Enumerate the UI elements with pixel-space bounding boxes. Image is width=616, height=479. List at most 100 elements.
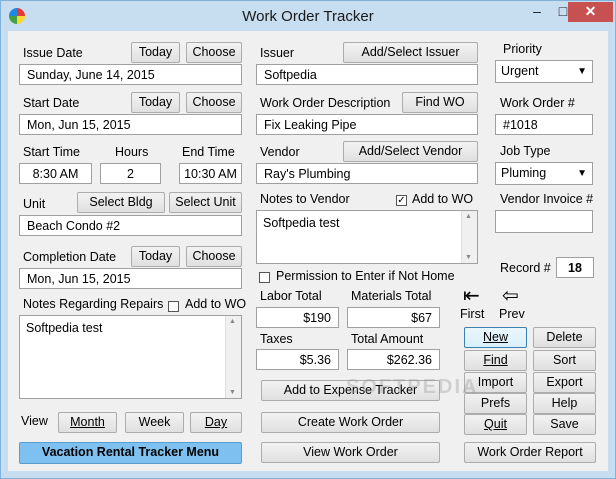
job-type-label: Job Type — [500, 144, 551, 158]
wo-description-label: Work Order Description — [260, 96, 391, 110]
create-work-order-button[interactable]: Create Work Order — [261, 412, 440, 433]
new-text: New — [482, 330, 508, 344]
priority-select[interactable]: Urgent ▼ — [495, 60, 593, 83]
issue-date-choose-button[interactable]: Choose — [186, 42, 242, 63]
start-time-field[interactable]: 8:30 AM — [19, 163, 92, 184]
find-wo-button[interactable]: Find WO — [402, 92, 478, 113]
job-type-select[interactable]: Pluming ▼ — [495, 162, 593, 185]
start-date-choose-button[interactable]: Choose — [186, 92, 242, 113]
completion-date-label: Completion Date — [23, 250, 117, 264]
quit-button[interactable]: Quit — [464, 414, 527, 435]
start-time-label: Start Time — [23, 145, 80, 159]
issue-date-today-button[interactable]: Today — [131, 42, 180, 63]
first-label[interactable]: First — [460, 307, 484, 321]
record-field[interactable]: 18 — [556, 257, 594, 278]
app-window: Work Order Tracker – □ ✕ Issue Date Toda… — [0, 0, 616, 479]
vendor-label: Vendor — [260, 145, 300, 159]
end-time-label: End Time — [182, 145, 235, 159]
completion-choose-button[interactable]: Choose — [186, 246, 242, 267]
hours-label: Hours — [115, 145, 149, 159]
vacation-rental-menu-button[interactable]: Vacation Rental Tracker Menu — [19, 442, 242, 464]
end-time-field[interactable]: 10:30 AM — [179, 163, 242, 184]
view-month-text: Month — [70, 415, 105, 429]
new-button[interactable]: New — [464, 327, 527, 348]
labor-total-label: Labor Total — [260, 289, 322, 303]
notes-vendor-scrollbar[interactable]: ▲ ▼ — [461, 211, 477, 263]
vendor-field[interactable]: Ray's Plumbing — [256, 163, 478, 184]
notes-repairs-label: Notes Regarding Repairs — [23, 297, 164, 311]
add-select-issuer-button[interactable]: Add/Select Issuer — [343, 42, 478, 63]
scroll-down-icon[interactable]: ▼ — [229, 389, 236, 396]
watermark: SOFTPEDIA — [346, 376, 479, 398]
save-button[interactable]: Save — [533, 414, 596, 435]
vendor-invoice-field[interactable] — [495, 210, 593, 233]
issue-date-field[interactable]: Sunday, June 14, 2015 — [19, 64, 242, 85]
view-work-order-button[interactable]: View Work Order — [261, 442, 440, 463]
prev-record-icon[interactable]: ⇦ — [502, 286, 519, 306]
find-button[interactable]: Find — [464, 350, 527, 371]
export-button[interactable]: Export — [533, 372, 596, 393]
unit-field[interactable]: Beach Condo #2 — [19, 215, 242, 236]
view-month-button[interactable]: Month — [58, 412, 117, 433]
completion-today-button[interactable]: Today — [131, 246, 180, 267]
job-type-value: Pluming — [501, 166, 547, 180]
title-bar: Work Order Tracker – □ ✕ — [1, 1, 615, 31]
priority-value: Urgent — [501, 64, 539, 78]
scroll-down-icon[interactable]: ▼ — [465, 254, 472, 261]
delete-button[interactable]: Delete — [533, 327, 596, 348]
permission-label: Permission to Enter if Not Home — [276, 269, 455, 283]
labor-total-field[interactable]: $190 — [256, 307, 339, 328]
notes-repairs-text: Softpedia test — [26, 321, 103, 335]
sort-button[interactable]: Sort — [533, 350, 596, 371]
prev-label[interactable]: Prev — [499, 307, 525, 321]
start-date-field[interactable]: Mon, Jun 15, 2015 — [19, 114, 242, 135]
permission-checkbox[interactable] — [259, 272, 270, 283]
close-button[interactable]: ✕ — [568, 2, 613, 22]
completion-date-field[interactable]: Mon, Jun 15, 2015 — [19, 268, 242, 289]
notes-vendor-add-checkbox[interactable]: ✓ — [396, 195, 407, 206]
view-week-text: Week — [138, 415, 171, 429]
materials-total-field[interactable]: $67 — [347, 307, 440, 328]
first-record-icon[interactable]: ⇤ — [463, 286, 480, 306]
taxes-label: Taxes — [260, 332, 293, 346]
priority-label: Priority — [503, 42, 542, 56]
find-text: Find — [483, 353, 508, 367]
vendor-invoice-label: Vendor Invoice # — [500, 192, 594, 206]
notes-repairs-add-label: Add to WO — [185, 297, 247, 311]
view-week-button[interactable]: Week — [125, 412, 184, 433]
scroll-up-icon[interactable]: ▲ — [465, 213, 472, 220]
minimize-button[interactable]: – — [524, 2, 550, 22]
work-order-no-field[interactable]: #1018 — [495, 114, 593, 135]
form-area: Issue Date Today Choose Sunday, June 14,… — [8, 31, 608, 471]
work-order-no-label: Work Order # — [500, 96, 575, 110]
hours-field[interactable]: 2 — [100, 163, 161, 184]
view-day-button[interactable]: Day — [190, 412, 242, 433]
scroll-up-icon[interactable]: ▲ — [229, 318, 236, 325]
notes-repairs-add-checkbox[interactable] — [168, 301, 179, 312]
notes-repairs-scrollbar[interactable]: ▲ ▼ — [225, 316, 241, 398]
materials-total-label: Materials Total — [351, 289, 432, 303]
unit-label: Unit — [23, 197, 46, 211]
taxes-field[interactable]: $5.36 — [256, 349, 339, 370]
add-select-vendor-button[interactable]: Add/Select Vendor — [343, 141, 478, 162]
wo-description-field[interactable]: Fix Leaking Pipe — [256, 114, 478, 135]
total-amount-field[interactable]: $262.36 — [347, 349, 440, 370]
view-label: View — [21, 414, 48, 428]
issuer-label: Issuer — [260, 46, 295, 60]
window-title: Work Order Tracker — [242, 8, 374, 25]
notes-repairs-textarea[interactable]: Softpedia test ▲ ▼ — [19, 315, 242, 399]
issue-date-label: Issue Date — [23, 46, 83, 60]
notes-vendor-label: Notes to Vendor — [260, 192, 350, 206]
work-order-report-button[interactable]: Work Order Report — [464, 442, 596, 463]
help-button[interactable]: Help — [533, 393, 596, 414]
notes-vendor-text: Softpedia test — [263, 216, 340, 230]
notes-vendor-add-label: Add to WO — [412, 192, 474, 206]
start-date-label: Start Date — [23, 96, 80, 110]
issuer-field[interactable]: Softpedia — [256, 64, 478, 85]
chevron-down-icon: ▼ — [577, 168, 587, 179]
select-unit-button[interactable]: Select Unit — [169, 192, 242, 213]
notes-vendor-textarea[interactable]: Softpedia test ▲ ▼ — [256, 210, 478, 264]
quit-text: Quit — [484, 417, 507, 431]
select-bldg-button[interactable]: Select Bldg — [77, 192, 165, 213]
start-date-today-button[interactable]: Today — [131, 92, 180, 113]
